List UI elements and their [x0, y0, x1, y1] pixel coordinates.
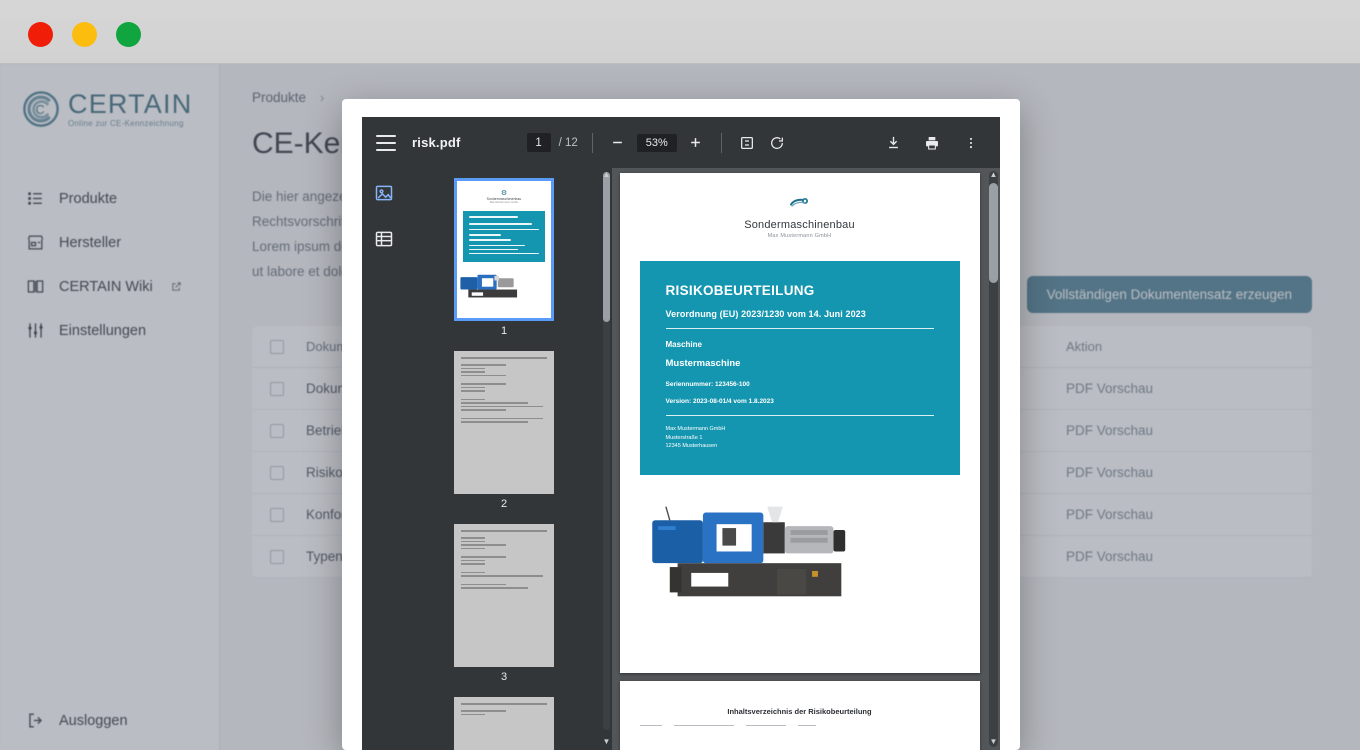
document-version: Version: 2023-08-01/4 vom 1.8.2023 [665, 398, 774, 405]
thumb-machine-image [460, 274, 518, 298]
thumbnail-label: 1 [500, 325, 508, 337]
fit-page-icon[interactable] [736, 132, 758, 154]
thumbnail-label: 3 [500, 671, 508, 683]
company-name: Sondermaschinenbau [744, 219, 855, 231]
thumbnail-label: 2 [500, 498, 508, 510]
divider [665, 415, 934, 416]
zoom-out-icon[interactable] [607, 132, 629, 154]
address-line-2: Musterstraße 1 [665, 434, 703, 441]
document-regulation: Verordnung (EU) 2023/1230 vom 14. Juni 2… [665, 309, 866, 319]
minimize-window-button[interactable] [72, 22, 97, 47]
window-title-bar [0, 0, 1360, 64]
thumbnail-scrollbar[interactable] [603, 172, 610, 730]
zoom-in-icon[interactable] [685, 132, 707, 154]
serial-number: Seriennummer: 123456-100 [665, 381, 750, 388]
divider [665, 328, 934, 329]
page-scroll-down-icon[interactable]: ▼ [989, 737, 998, 746]
more-options-icon[interactable] [960, 132, 982, 154]
maximize-window-button[interactable] [116, 22, 141, 47]
pdf-page-1: Sondermaschinenbau Max Mustermann GmbH R… [619, 173, 980, 673]
pdf-page-viewport[interactable]: Sondermaschinenbau Max Mustermann GmbH R… [612, 168, 1000, 750]
pdf-viewer-modal: risk.pdf 1 / 12 53% ⚙ Sondermaschinenbau… [342, 99, 1020, 750]
menu-icon[interactable] [376, 134, 396, 151]
toolbar-divider [591, 132, 593, 153]
rotate-icon[interactable] [766, 132, 788, 154]
thumbnail-page-4 [454, 697, 554, 750]
outline-icon[interactable] [373, 228, 395, 250]
pdf-page-2: Inhaltsverzeichnis der Risikobeurteilung [619, 681, 980, 750]
page-total-label: / 12 [558, 136, 578, 149]
company-subtitle: Max Mustermann GmbH [767, 233, 832, 239]
thumbnail-page-3 [454, 524, 554, 667]
machine-name: Mustermaschine [665, 358, 741, 369]
thumbnail-page-1: ⚙ Sondermaschinenbau Max Mustermann GmbH [454, 178, 554, 321]
pdf-toolbar: risk.pdf 1 / 12 53% [362, 117, 1000, 168]
toolbar-divider [720, 132, 722, 153]
address-line-1: Max Mustermann GmbH [665, 426, 726, 432]
page2-heading: Inhaltsverzeichnis der Risikobeurteilung [727, 707, 872, 716]
print-icon[interactable] [921, 132, 943, 154]
company-logo-icon [789, 198, 808, 207]
pdf-viewer-frame: risk.pdf 1 / 12 53% ⚙ Sondermaschinenbau… [362, 117, 1000, 750]
pdf-toolbar-right [882, 132, 986, 154]
pdf-toolbar-center: 1 / 12 53% [526, 132, 788, 154]
thumbnail-list: ⚙ Sondermaschinenbau Max Mustermann GmbH [406, 168, 602, 750]
document-title: RISIKOBEURTEILUNG [665, 283, 815, 298]
thumbnail-item[interactable]: 3 [454, 524, 554, 683]
page2-content-lines [639, 725, 960, 727]
document-title-block: RISIKOBEURTEILUNG Verordnung (EU) 2023/1… [639, 261, 960, 475]
download-icon[interactable] [882, 132, 904, 154]
thumbnail-panel[interactable]: ⚙ Sondermaschinenbau Max Mustermann GmbH [406, 168, 612, 750]
window-controls [28, 22, 141, 47]
pdf-side-rail [362, 168, 406, 750]
company-address: Max Mustermann GmbH Musterstraße 1 12345… [666, 425, 934, 451]
thumbnail-item[interactable]: 4 [454, 697, 554, 750]
scroll-down-icon[interactable]: ▼ [602, 737, 611, 746]
thumb-logo: ⚙ Sondermaschinenbau Max Mustermann GmbH [486, 190, 522, 204]
page-number-input[interactable]: 1 [526, 133, 551, 152]
page-scrollbar[interactable] [989, 171, 998, 747]
document-logo: Sondermaschinenbau Max Mustermann GmbH [640, 195, 960, 239]
thumbnail-item[interactable]: ⚙ Sondermaschinenbau Max Mustermann GmbH [454, 178, 554, 337]
pdf-page-scroll: Sondermaschinenbau Max Mustermann GmbH R… [612, 168, 987, 750]
app-root: C CERTAIN Online zur CE-Kennzeichnung Pr… [0, 0, 1360, 750]
pdf-filename: risk.pdf [412, 135, 461, 150]
thumbnail-item[interactable]: 2 [454, 351, 554, 510]
close-window-button[interactable] [28, 22, 53, 47]
scroll-up-icon[interactable]: ▲ [602, 170, 611, 179]
pdf-body: ⚙ Sondermaschinenbau Max Mustermann GmbH [362, 168, 1000, 750]
machine-label: Maschine [665, 340, 702, 349]
thumbnails-icon[interactable] [373, 182, 395, 204]
machine-photo [651, 506, 845, 596]
thumbnail-page-2 [454, 351, 554, 494]
address-line-3: 12345 Musterhausen [665, 443, 718, 450]
page-scroll-up-icon[interactable]: ▲ [989, 170, 998, 179]
zoom-level-value[interactable]: 53% [636, 133, 677, 152]
thumb-teal-block [463, 211, 545, 262]
